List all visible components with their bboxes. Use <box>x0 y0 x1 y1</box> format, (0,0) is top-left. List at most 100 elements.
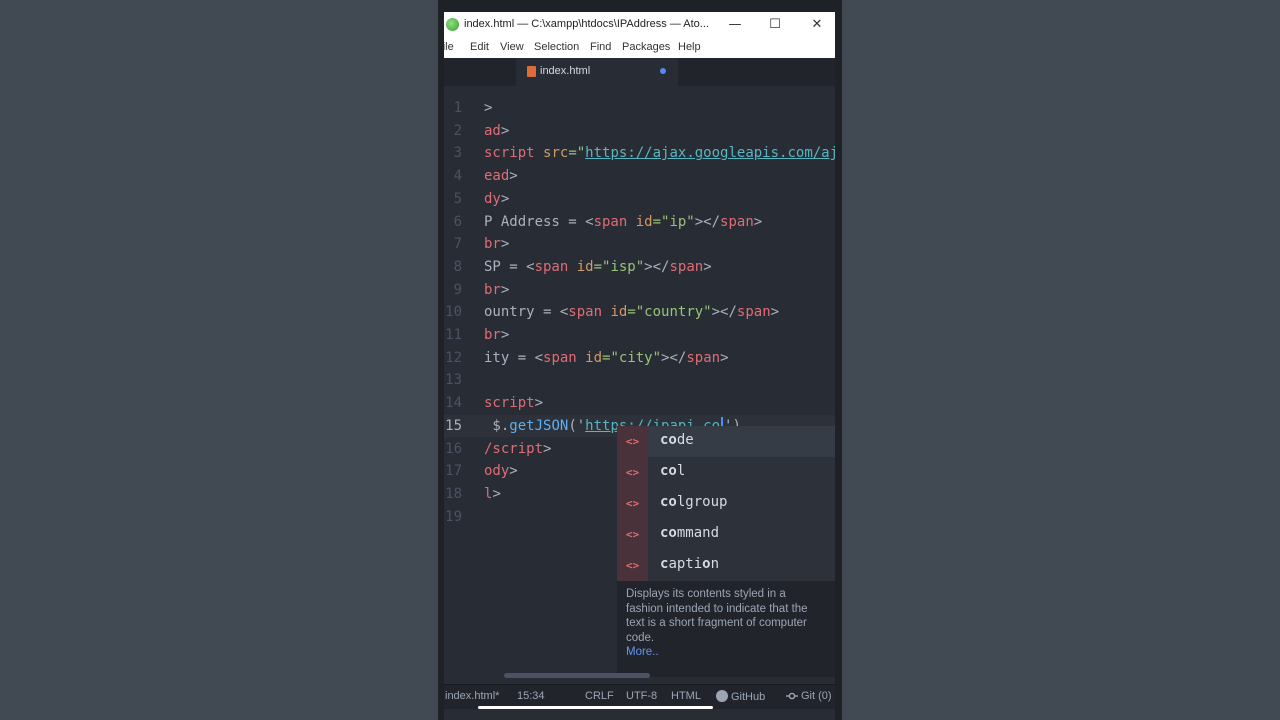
code-token: ="ip" <box>652 213 695 230</box>
label-text: mmand <box>676 525 720 541</box>
line-number[interactable]: 10 <box>444 301 462 323</box>
horizontal-scrollbar[interactable] <box>504 673 650 678</box>
line-number[interactable]: 5 <box>444 188 462 210</box>
tab-index-html[interactable]: index.html <box>516 58 678 86</box>
code-token: > <box>720 349 729 366</box>
autocomplete-item[interactable]: <> colgroup <box>617 488 835 519</box>
menu-view[interactable]: View <box>500 41 524 53</box>
code-token: span <box>736 304 771 321</box>
status-github[interactable]: GitHub <box>716 690 765 703</box>
line-number[interactable]: 19 <box>444 506 462 528</box>
line-number[interactable]: 3 <box>444 142 462 164</box>
match-highlight: co <box>660 494 677 510</box>
code-line[interactable]: 3 script src="https://ajax.googleapis.com… <box>444 142 835 164</box>
code-token: (' <box>568 417 586 434</box>
code-token: script <box>484 395 535 412</box>
menu-find[interactable]: Find <box>590 41 611 53</box>
code-line[interactable]: 6P Address = <span id="ip"></span> <box>444 211 835 233</box>
autocomplete-item[interactable]: <> command <box>617 519 835 550</box>
code-line[interactable]: 5 dy> <box>444 188 835 210</box>
status-encoding[interactable]: UTF-8 <box>626 690 657 702</box>
code-token: ></ <box>711 304 737 321</box>
github-label: GitHub <box>731 691 766 703</box>
line-code: > <box>484 97 492 119</box>
code-token: ity = < <box>484 349 544 366</box>
code-line[interactable]: 13 <box>444 369 835 391</box>
autocomplete-item[interactable]: <> code <box>617 426 835 457</box>
line-number[interactable]: 17 <box>444 460 462 482</box>
code-token: $. <box>484 417 510 434</box>
code-line[interactable]: 2 ad> <box>444 120 835 142</box>
line-number[interactable]: 8 <box>444 256 462 278</box>
code-token: span <box>543 349 577 366</box>
code-token: br <box>484 281 501 298</box>
label-text: l <box>676 463 686 479</box>
line-number[interactable]: 2 <box>444 120 462 142</box>
menu-help[interactable]: Help <box>678 41 701 53</box>
git-label: Git (0) <box>801 690 832 702</box>
code-token: ead <box>484 168 510 185</box>
line-code: br> <box>484 279 509 301</box>
code-token: > <box>543 440 552 457</box>
line-number[interactable]: 15 <box>444 415 462 437</box>
line-number[interactable]: 18 <box>444 483 462 505</box>
menu-file[interactable]: File <box>444 41 454 53</box>
line-number[interactable]: 9 <box>444 279 462 301</box>
code-token: src <box>543 145 569 162</box>
tab-bar: index.html <box>444 58 835 86</box>
autocomplete-more-link[interactable]: More.. <box>626 646 659 658</box>
code-line[interactable]: 11 br> <box>444 324 835 346</box>
menu-packages[interactable]: Packages <box>622 41 670 53</box>
modified-indicator-icon[interactable] <box>660 68 666 74</box>
match-highlight: co <box>660 525 677 541</box>
menu-selection[interactable]: Selection <box>534 41 579 53</box>
status-git[interactable]: Git (0) <box>786 690 832 702</box>
line-number[interactable]: 6 <box>444 211 462 233</box>
line-code: ad> <box>484 120 509 142</box>
atom-app-icon <box>446 18 459 31</box>
code-token: id <box>635 213 653 230</box>
close-button[interactable]: ✕ <box>806 14 828 36</box>
status-line-ending[interactable]: CRLF <box>585 690 614 702</box>
line-code: ity = <span id="city"></span> <box>484 347 729 369</box>
autocomplete-item-label: col <box>660 463 685 479</box>
code-token: > <box>500 327 510 343</box>
match-highlight: co <box>660 432 677 448</box>
window-title: index.html — C:\xampp\htdocs\IPAddress —… <box>464 18 709 30</box>
code-line[interactable]: 8 SP = <span id="isp"></span> <box>444 256 835 278</box>
html-tag-icon: <> <box>617 550 648 581</box>
code-token: id <box>610 304 628 321</box>
status-grammar[interactable]: HTML <box>671 690 701 702</box>
code-line[interactable]: 12 ity = <span id="city"></span> <box>444 347 835 369</box>
line-number[interactable]: 12 <box>444 347 462 369</box>
code-line[interactable]: 1 > <box>444 97 835 119</box>
git-commit-icon <box>786 692 798 700</box>
line-number[interactable]: 4 <box>444 165 462 187</box>
line-number[interactable]: 11 <box>444 324 462 346</box>
autocomplete-list: <> code <> col <> colgroup <> command <> caption <box>617 426 835 581</box>
status-file-name[interactable]: index.html* <box>445 690 499 702</box>
line-number[interactable]: 16 <box>444 438 462 460</box>
code-line[interactable]: 10 ountry = <span id="country"></span> <box>444 301 835 323</box>
line-number[interactable]: 13 <box>444 369 462 391</box>
code-token: P Address = < <box>484 213 594 230</box>
code-token: > <box>753 213 763 230</box>
code-line[interactable]: 9 br> <box>444 279 835 301</box>
autocomplete-item-label: code <box>660 432 694 448</box>
code-line[interactable]: 7 br> <box>444 233 835 255</box>
code-line[interactable]: 4 ead> <box>444 165 835 187</box>
line-number[interactable]: 7 <box>444 233 462 255</box>
label-text: lgroup <box>676 494 728 510</box>
code-token: ></ <box>661 349 687 366</box>
autocomplete-item[interactable]: <> caption <box>617 550 835 581</box>
line-number[interactable]: 14 <box>444 392 462 414</box>
menu-edit[interactable]: Edit <box>470 41 489 53</box>
line-code: l> <box>484 483 501 505</box>
code-line[interactable]: 14 script> <box>444 392 835 414</box>
line-number[interactable]: 1 <box>444 97 462 119</box>
autocomplete-item[interactable]: <> col <box>617 457 835 488</box>
minimize-button[interactable]: — <box>724 14 746 36</box>
code-token: ="isp" <box>593 258 645 275</box>
status-cursor-position[interactable]: 15:34 <box>517 690 545 702</box>
maximize-button[interactable]: ☐ <box>764 14 786 36</box>
